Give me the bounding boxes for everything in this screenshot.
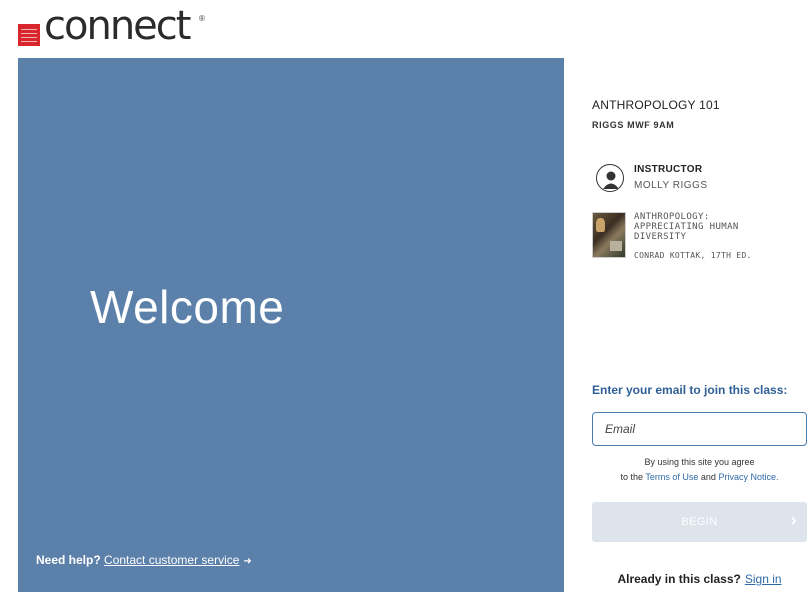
- terms-line-1: By using this site you agree: [644, 457, 755, 467]
- sign-in-section: Already in this class? Sign in: [592, 572, 807, 586]
- person-icon: [596, 164, 624, 192]
- textbook-cover-image: [592, 212, 626, 258]
- begin-button[interactable]: BEGIN ›: [592, 502, 807, 542]
- class-info-panel: ANTHROPOLOGY 101 RIGGS MWF 9AM INSTRUCTO…: [564, 58, 812, 604]
- header: connect ®: [18, 0, 812, 58]
- join-class-label: Enter your email to join this class:: [592, 383, 788, 397]
- help-prefix: Need help?: [36, 553, 101, 567]
- instructor-name: MOLLY RIGGS: [634, 180, 708, 191]
- textbook-title: ANTHROPOLOGY: APPRECIATING HUMAN DIVERSI…: [634, 212, 739, 242]
- welcome-panel: Welcome Need help? Contact customer serv…: [18, 58, 564, 592]
- instructor-heading: INSTRUCTOR: [634, 164, 703, 175]
- terms-prefix: to the: [620, 472, 644, 482]
- welcome-heading: Welcome: [90, 281, 285, 333]
- contact-customer-service-link[interactable]: Contact customer service: [104, 553, 239, 567]
- privacy-notice-link[interactable]: Privacy Notice.: [718, 472, 778, 482]
- chevron-right-icon: ›: [790, 510, 797, 530]
- begin-label: BEGIN: [681, 516, 718, 528]
- sign-in-link[interactable]: Sign in: [745, 572, 782, 586]
- left-margin: [0, 58, 18, 604]
- course-title: ANTHROPOLOGY 101: [592, 98, 720, 112]
- page: connect ® Welcome Need help? Contact cus…: [0, 0, 812, 604]
- email-input[interactable]: [592, 412, 807, 446]
- help-section: Need help? Contact customer service ➜: [36, 553, 252, 567]
- registered-mark: ®: [199, 14, 205, 23]
- terms-and: and: [700, 472, 716, 482]
- already-in-class-prompt: Already in this class?: [617, 572, 741, 586]
- mcgraw-hill-logo-icon: [18, 24, 40, 46]
- arrow-right-icon: ➜: [243, 556, 252, 567]
- textbook-author: CONRAD KOTTAK, 17TH ED.: [634, 251, 752, 260]
- course-section: RIGGS MWF 9AM: [592, 120, 675, 130]
- connect-logo: connect: [44, 3, 191, 49]
- terms-line-2: to the Terms of Use and Privacy Notice.: [592, 472, 807, 482]
- terms-of-use-link[interactable]: Terms of Use: [645, 472, 698, 482]
